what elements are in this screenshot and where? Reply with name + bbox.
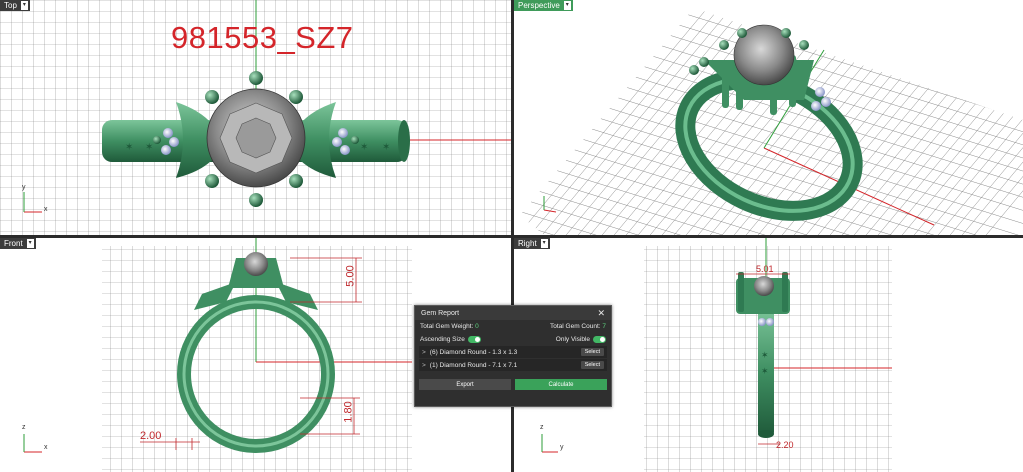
dimension-front-band: 1.80 xyxy=(342,401,355,423)
axis-y-label: y xyxy=(22,184,26,191)
viewport-front-label[interactable]: Front ▾ xyxy=(0,238,36,249)
gem-report-title: Gem Report xyxy=(421,309,460,317)
perspective-grid xyxy=(520,8,1023,235)
gem-list-item[interactable]: > (6) Diamond Round - 1.3 x 1.3 Select xyxy=(419,346,607,358)
select-button[interactable]: Select xyxy=(580,361,604,369)
viewport-right-title: Right xyxy=(518,239,537,248)
total-gem-count-value: 7 xyxy=(602,323,606,330)
export-button[interactable]: Export xyxy=(419,379,511,390)
viewport-top-label[interactable]: Top ▾ xyxy=(0,0,30,11)
only-visible-option: Only Visible xyxy=(555,335,606,344)
gem-item-text: > (6) Diamond Round - 1.3 x 1.3 xyxy=(422,349,517,356)
ascending-size-option: Ascending Size xyxy=(420,335,481,344)
viewport-menu-icon[interactable]: ▾ xyxy=(20,1,28,10)
viewport-perspective[interactable]: Perspective ▾ xyxy=(514,0,1023,235)
select-button[interactable]: Select xyxy=(580,348,604,356)
svg-text:✶: ✶ xyxy=(761,366,769,376)
total-gem-count: Total Gem Count: 7 xyxy=(550,323,606,330)
viewport-right-label[interactable]: Right ▾ xyxy=(514,238,550,249)
viewport-perspective-label[interactable]: Perspective ▾ xyxy=(514,0,573,11)
svg-text:✶: ✶ xyxy=(145,142,153,153)
gem-report-header[interactable]: Gem Report ✕ xyxy=(415,306,611,320)
total-gem-weight-value: 0 xyxy=(475,323,479,330)
only-visible-label: Only Visible xyxy=(555,336,590,344)
axis-y-label: y xyxy=(560,444,564,451)
total-gem-weight: Total Gem Weight: 0 xyxy=(420,323,479,330)
only-visible-toggle[interactable] xyxy=(593,335,606,343)
viewport-top-title: Top xyxy=(4,1,17,10)
gem-list-item[interactable]: > (1) Diamond Round - 7.1 x 7.1 Select xyxy=(419,359,607,371)
ring-title: 981553_SZ7 xyxy=(171,20,354,55)
chevron-right-icon[interactable]: > xyxy=(422,349,426,356)
viewport-menu-icon[interactable]: ▾ xyxy=(26,239,34,248)
close-icon[interactable]: ✕ xyxy=(597,308,605,319)
axis-z-label: z xyxy=(22,424,26,431)
gem-item-label: (1) Diamond Round - 7.1 x 7.1 xyxy=(429,361,518,369)
total-gem-count-label: Total Gem Count: xyxy=(549,323,601,330)
viewport-front-title: Front xyxy=(4,239,23,248)
dimension-front-width: 2.00 xyxy=(140,430,162,442)
gem-report-panel: Gem Report ✕ Total Gem Weight: 0 Total G… xyxy=(414,305,612,407)
total-gem-weight-label: Total Gem Weight: xyxy=(420,323,474,330)
viewport-perspective-title: Perspective xyxy=(518,1,560,10)
svg-text:✶: ✶ xyxy=(761,350,769,360)
calculate-button[interactable]: Calculate xyxy=(515,379,607,390)
gem-report-actions: Export Calculate xyxy=(415,379,611,390)
axis-z-label: z xyxy=(540,424,544,431)
dimension-right-top: 5.01 xyxy=(756,264,774,274)
gem-item-text: > (1) Diamond Round - 7.1 x 7.1 xyxy=(422,362,517,369)
viewport-menu-icon[interactable]: ▾ xyxy=(540,239,548,248)
axis-x-label: x xyxy=(44,444,48,451)
axis-x-label: x xyxy=(44,206,48,213)
viewport-menu-icon[interactable]: ▾ xyxy=(563,1,571,10)
ascending-size-label: Ascending Size xyxy=(420,336,465,344)
viewport-top[interactable]: Top ▾ ✶ ✶ ✶ ✶ 981553_SZ7 x y xyxy=(0,0,511,235)
dimension-right-bottom: 2.20 xyxy=(776,440,794,450)
gem-item-label: (6) Diamond Round - 1.3 x 1.3 xyxy=(429,348,518,356)
dimension-front-height: 5.00 xyxy=(344,265,357,287)
svg-text:✶: ✶ xyxy=(382,142,390,153)
ascending-size-toggle[interactable] xyxy=(467,335,481,343)
svg-text:✶: ✶ xyxy=(360,142,368,153)
gem-report-options: Ascending Size Only Visible xyxy=(415,333,611,346)
viewport-divider-horizontal[interactable] xyxy=(0,235,1023,238)
svg-text:✶: ✶ xyxy=(125,142,133,153)
chevron-right-icon[interactable]: > xyxy=(422,362,426,369)
gem-report-totals: Total Gem Weight: 0 Total Gem Count: 7 xyxy=(415,320,611,333)
